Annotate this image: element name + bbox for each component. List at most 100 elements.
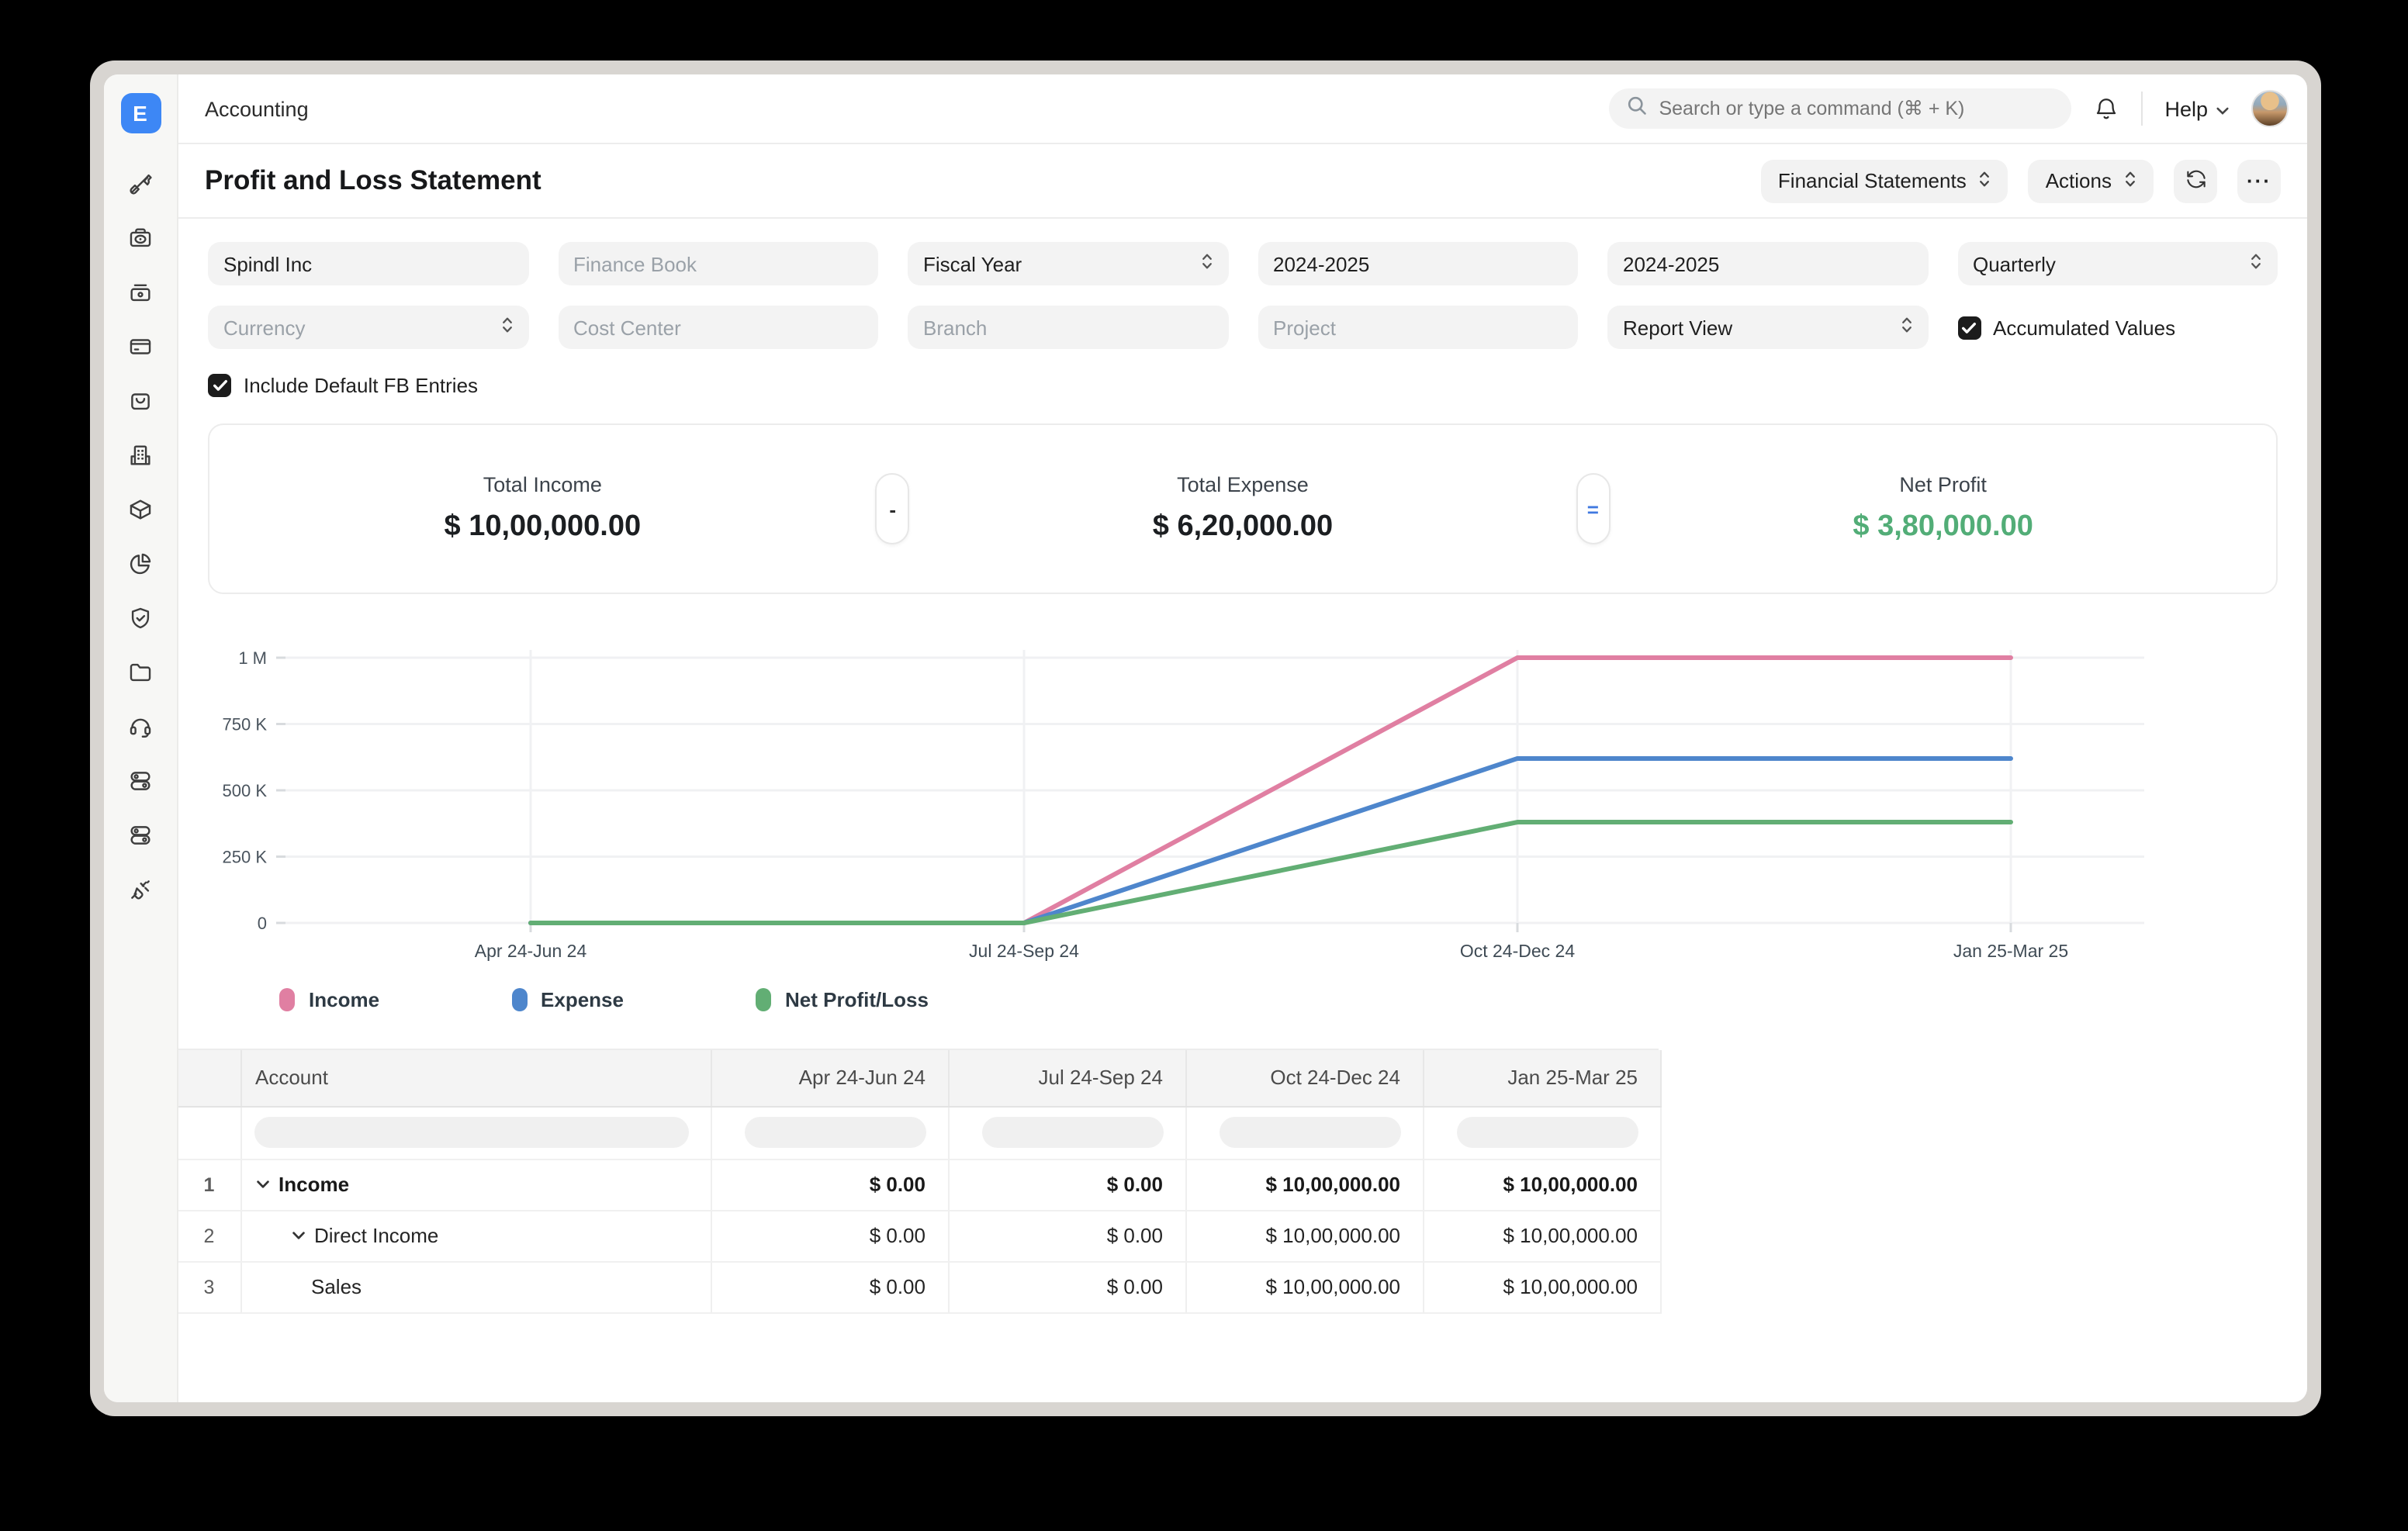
report-table: Account Apr 24-Jun 24 Jul 24-Sep 24 Oct … [178,1049,1659,1313]
q4-header: Jan 25-Mar 25 [1423,1050,1660,1106]
currency-select[interactable]: Currency [208,306,528,349]
legend-income: Income [279,988,379,1011]
app-logo-icon[interactable]: E [120,93,161,133]
total-expense-value: $ 6,20,000.00 [1153,510,1333,544]
cost-center-field[interactable] [558,306,878,349]
table-filter-row [178,1106,1660,1159]
updown-chevrons-icon [2250,251,2262,276]
page-title: Profit and Loss Statement [205,164,541,197]
headset-icon[interactable] [127,714,154,740]
report-group-dropdown[interactable]: Financial Statements [1761,159,2008,202]
q2-filter-input[interactable] [981,1117,1163,1148]
accumulated-values-option: Accumulated Values [1957,306,2278,349]
net-profit-swatch-icon [756,988,771,1011]
from-fiscal-year-field[interactable] [1258,242,1578,285]
shopping-bag-icon[interactable] [127,388,154,414]
periodicity-value: Quarterly [1973,252,2056,275]
updown-chevrons-icon [1200,251,1213,276]
collapse-chevron-icon[interactable] [254,1176,271,1193]
company-input[interactable] [223,252,513,275]
account-name: Direct Income [314,1224,438,1247]
account-name: Income [279,1173,349,1196]
branch-field[interactable] [908,306,1228,349]
include-default-fb-checkbox[interactable] [208,374,231,397]
summary-card: Total Income $ 10,00,000.00 - Total Expe… [208,423,2278,594]
topbar-divider [2141,92,2143,126]
plug-icon[interactable] [127,876,154,903]
ellipsis-icon: ··· [2247,169,2271,192]
sidebar: E [104,74,178,1402]
toggles-icon[interactable] [127,768,154,794]
q2-header: Jul 24-Sep 24 [948,1050,1185,1106]
to-fiscal-year-field[interactable] [1607,242,1928,285]
cash-box-icon[interactable] [127,225,154,251]
user-avatar[interactable] [2251,90,2289,127]
profit-loss-chart: 0250 K500 K750 K1 MApr 24-Jun 24Jul 24-S… [178,594,2307,1011]
net-profit-label: Net Profit [1899,473,1987,496]
search-icon [1626,94,1648,123]
topbar: Accounting Help [178,74,2307,144]
from-fiscal-year-input[interactable] [1273,252,1562,275]
search-field[interactable] [1659,98,2054,119]
report-group-label: Financial Statements [1778,169,1967,192]
q3-header: Oct 24-Dec 24 [1185,1050,1423,1106]
collapse-chevron-icon[interactable] [289,1227,306,1244]
cost-center-input[interactable] [573,316,863,339]
total-income-stat: Total Income $ 10,00,000.00 [209,473,876,544]
notifications-bell-icon[interactable] [2093,95,2119,122]
q1-header: Apr 24-Jun 24 [711,1050,948,1106]
cash-drawer-icon[interactable] [127,279,154,306]
svg-text:500 K: 500 K [223,781,268,800]
to-fiscal-year-input[interactable] [1623,252,1912,275]
workspace-label: Accounting [205,97,309,120]
net-profit-value: $ 3,80,000.00 [1853,510,2033,544]
q3-filter-input[interactable] [1219,1117,1400,1148]
finance-book-field[interactable] [558,242,878,285]
chevron-down-icon [2216,97,2230,120]
account-name: Sales [311,1275,362,1298]
include-default-fb-option: Include Default FB Entries [178,349,2307,397]
pie-chart-icon[interactable] [127,551,154,577]
shield-check-icon[interactable] [127,605,154,631]
q4-filter-input[interactable] [1456,1117,1638,1148]
fiscal-year-value: Fiscal Year [923,252,1022,275]
svg-text:1 M: 1 M [238,648,267,668]
report-view-select[interactable]: Report View [1607,306,1928,349]
svg-text:Jan 25-Mar 25: Jan 25-Mar 25 [1953,941,2068,961]
actions-dropdown[interactable]: Actions [2029,159,2154,202]
svg-text:Oct 24-Dec 24: Oct 24-Dec 24 [1460,941,1575,961]
q1-filter-input[interactable] [744,1117,925,1148]
tools-icon[interactable] [127,171,154,197]
updown-chevrons-icon [2124,168,2136,193]
account-filter-input[interactable] [254,1117,688,1148]
building-icon[interactable] [127,442,154,468]
more-menu-button[interactable]: ··· [2237,159,2281,202]
toggles-icon[interactable] [127,822,154,848]
include-default-fb-label: Include Default FB Entries [244,374,478,397]
help-menu[interactable]: Help [2164,97,2230,120]
package-icon[interactable] [127,496,154,523]
account-header: Account [240,1050,711,1106]
table-row-direct-income[interactable]: 2 Direct Income [178,1210,1660,1261]
table-row-sales[interactable]: 3 Sales $ 0.00 $ 0.00 $ 10,00,000.00 [178,1261,1660,1312]
accumulated-values-checkbox[interactable] [1957,316,1981,339]
chart-legend: Income Expense Net Profit/Loss [279,988,2278,1011]
folder-icon[interactable] [127,659,154,686]
project-input[interactable] [1273,316,1562,339]
svg-text:0: 0 [258,914,267,933]
minus-operator-pill: - [876,473,910,544]
branch-input[interactable] [923,316,1213,339]
search-input[interactable] [1609,88,2071,129]
fiscal-year-select[interactable]: Fiscal Year [908,242,1228,285]
credit-card-icon[interactable] [127,334,154,360]
actions-label: Actions [2046,169,2112,192]
company-field[interactable] [208,242,528,285]
refresh-button[interactable] [2174,159,2217,202]
table-row-income[interactable]: 1 Income [178,1159,1660,1210]
legend-expense-label: Expense [541,988,624,1011]
periodicity-select[interactable]: Quarterly [1957,242,2278,285]
income-swatch-icon [279,988,295,1011]
finance-book-input[interactable] [573,252,863,275]
table-header-row: Account Apr 24-Jun 24 Jul 24-Sep 24 Oct … [178,1050,1660,1106]
project-field[interactable] [1258,306,1578,349]
